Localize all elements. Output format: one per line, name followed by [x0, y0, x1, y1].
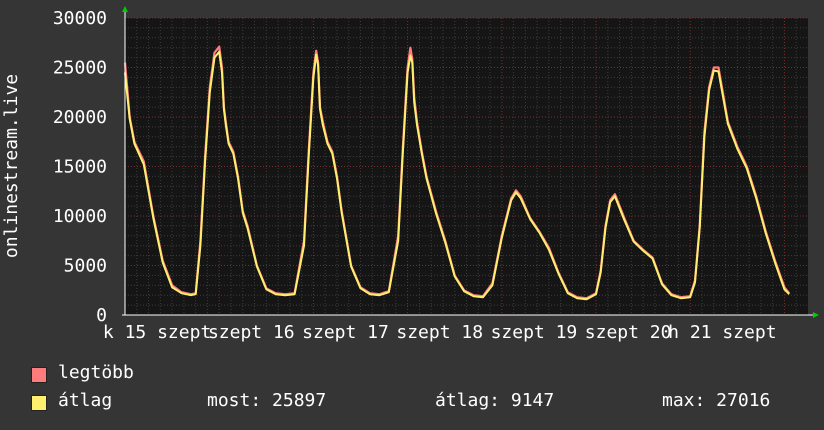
y-tick-label: 25000	[53, 58, 107, 79]
y-tick-label: 20000	[53, 107, 107, 128]
y-tick-label: 5000	[64, 256, 107, 277]
stat-max: max: 27016	[662, 390, 771, 411]
x-tick-label: szept 19	[491, 322, 578, 343]
x-tick-label: szept 20	[585, 322, 672, 343]
x-tick-label: szept 16	[208, 322, 295, 343]
x-tick-label: k 15 szept	[103, 322, 211, 343]
y-axis-arrow-icon	[122, 6, 128, 12]
y-tick-label: 30000	[53, 8, 107, 29]
legend-label-avg: átlag	[58, 390, 113, 411]
y-tick-labels: 050001000015000200002500030000	[53, 8, 107, 326]
x-tick-label: szept 18	[396, 322, 483, 343]
y-tick-label: 15000	[53, 157, 107, 178]
x-axis-arrow-icon	[813, 312, 819, 318]
legend-swatch-max	[31, 367, 47, 383]
x-tick-label: szept 17	[302, 322, 389, 343]
y-axis-label: onlinestream.live	[1, 74, 22, 258]
stat-current: most: 25897	[207, 390, 327, 411]
x-tick-label: h 21 szept	[668, 322, 776, 343]
x-tick-labels: k 15 szeptszept 16 szept 17 szept 18 szept …	[103, 322, 777, 343]
stat-average: átlag: 9147	[435, 390, 555, 411]
legend-swatch-avg	[31, 395, 47, 411]
legend-label-max: legtöbb	[58, 362, 134, 383]
y-tick-label: 10000	[53, 206, 107, 227]
